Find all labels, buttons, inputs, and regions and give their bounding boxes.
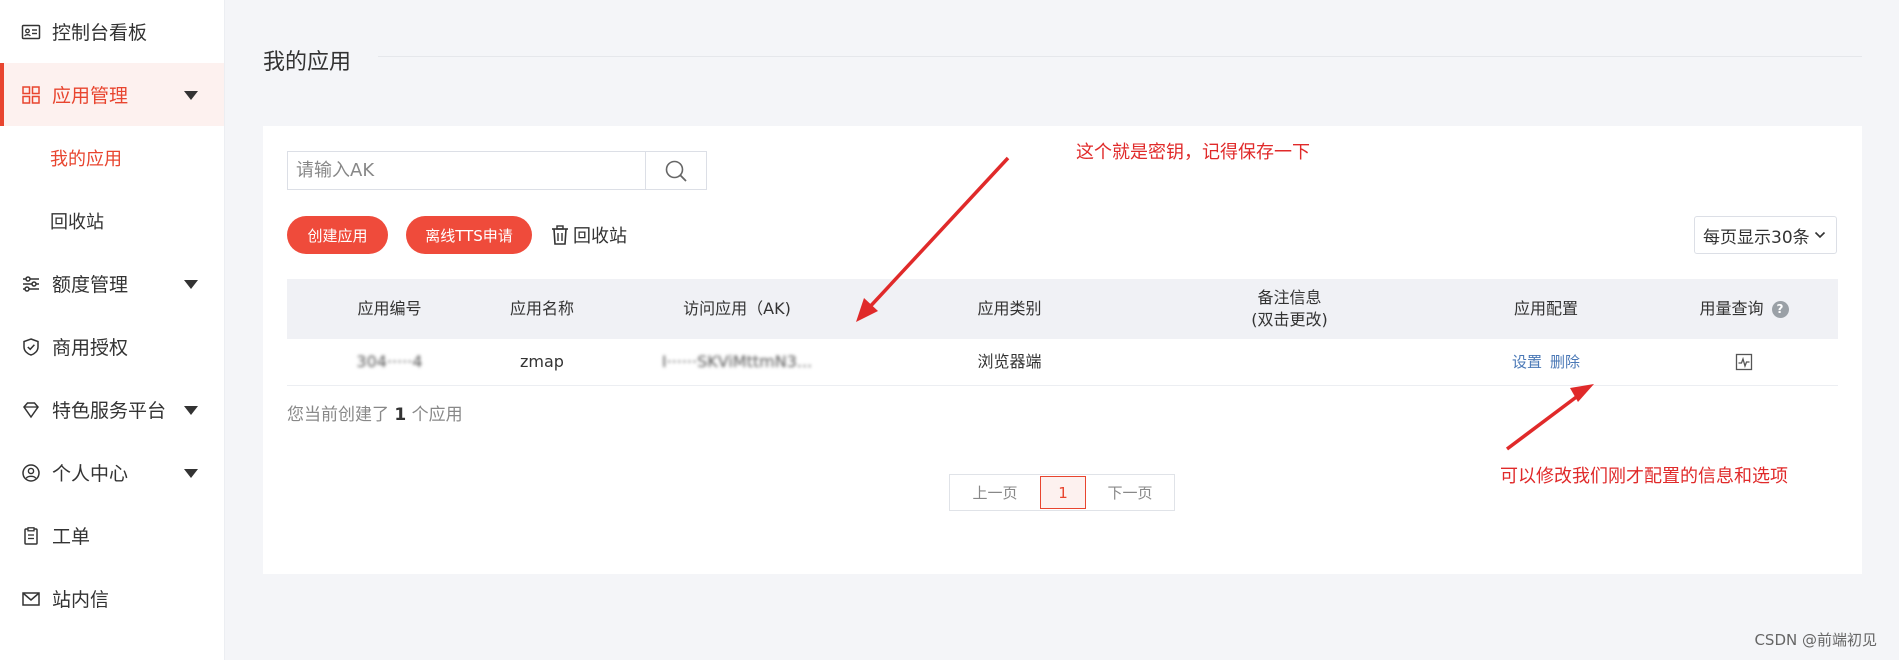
page-size-value: 每页显示30条	[1703, 227, 1810, 248]
app-count-summary: 您当前创建了 1 个应用	[287, 400, 463, 425]
sidebar-subitem-recycle-bin[interactable]: 回收站	[0, 189, 224, 252]
diamond-icon	[20, 399, 42, 421]
search-icon	[665, 160, 687, 182]
usage-header-label: 用量查询	[1699, 299, 1764, 319]
app-type-cell: 浏览器端	[977, 352, 1042, 372]
watermark: CSDN @前端初见	[1754, 631, 1877, 649]
table-row: 304·····4 zmap I······SKViMttmN3... 浏览器端…	[287, 339, 1838, 386]
sidebar-item-label: 站内信	[52, 589, 110, 611]
create-app-button[interactable]: 创建应用	[287, 216, 388, 254]
sidebar-item-work-order[interactable]: 工单	[0, 504, 224, 567]
usage-chart-icon[interactable]	[1735, 353, 1753, 371]
annotation-ak-note: 这个就是密钥，记得保存一下	[1076, 142, 1310, 163]
table-body: 304·····4 zmap I······SKViMttmN3... 浏览器端…	[287, 339, 1838, 386]
apps-table: 应用编号 应用名称 访问应用（AK) 应用类别 备注信息 (双击更改) 应用配置…	[287, 279, 1838, 386]
app-id-cell: 304·····4	[287, 339, 492, 385]
remark-header-line1: 备注信息	[1257, 288, 1322, 308]
sidebar-item-quota[interactable]: 额度管理	[0, 252, 224, 315]
app-config-cell: 设置 删除	[1442, 339, 1650, 385]
column-header-ak: 访问应用（AK)	[683, 299, 791, 319]
sidebar-item-label: 个人中心	[52, 463, 129, 485]
clipboard-icon	[20, 525, 42, 547]
sidebar-item-label: 商用授权	[52, 337, 129, 359]
user-circle-icon	[20, 462, 42, 484]
summary-suffix: 个应用	[411, 405, 463, 425]
column-header-usage: 用量查询 ?	[1650, 279, 1838, 339]
page-number-button[interactable]: 1	[1040, 476, 1086, 509]
ak-cell[interactable]: I······SKViMttmN3...	[592, 339, 882, 385]
recycle-bin-link[interactable]: 回收站	[551, 222, 627, 248]
sidebar-item-messages[interactable]: 站内信	[0, 567, 224, 630]
search-button[interactable]	[645, 152, 706, 189]
remark-cell[interactable]	[1137, 339, 1442, 385]
prev-page-button[interactable]: 上一页	[950, 475, 1040, 510]
sidebar-item-dashboard[interactable]: 控制台看板	[0, 0, 224, 63]
page-title: 我的应用	[263, 50, 352, 75]
settings-link[interactable]: 设置	[1512, 352, 1542, 372]
search-box	[287, 151, 707, 190]
offline-tts-apply-button[interactable]: 离线TTS申请	[406, 216, 532, 254]
column-header-app-name: 应用名称	[509, 299, 574, 319]
delete-link[interactable]: 删除	[1550, 352, 1580, 372]
remark-header-line2: (双击更改)	[1251, 310, 1328, 329]
summary-prefix: 您当前创建了	[287, 405, 389, 425]
recycle-bin-label: 回收站	[573, 226, 627, 247]
sidebar-item-personal-center[interactable]: 个人中心	[0, 441, 224, 504]
sliders-icon	[20, 273, 42, 295]
summary-count: 1	[394, 405, 407, 425]
grid-icon	[20, 84, 42, 106]
sidebar-item-label: 额度管理	[52, 274, 129, 296]
sidebar-item-label: 应用管理	[52, 85, 129, 107]
column-header-app-config: 应用配置	[1513, 299, 1578, 319]
apps-panel: 创建应用 离线TTS申请 回收站 每页显示30条 应用编号 应用名称 访问应用（…	[263, 126, 1862, 574]
sidebar-item-commercial-license[interactable]: 商用授权	[0, 315, 224, 378]
id-card-icon	[20, 21, 42, 43]
app-name-cell: zmap	[520, 352, 564, 372]
shield-check-icon	[20, 336, 42, 358]
mail-icon	[20, 588, 42, 610]
title-divider	[378, 56, 1862, 57]
app-id-value: 304·····4	[356, 352, 423, 372]
caret-down-icon	[184, 468, 198, 478]
ak-value: I······SKViMttmN3...	[661, 352, 813, 372]
help-icon[interactable]: ?	[1771, 300, 1789, 318]
ak-search-input[interactable]	[288, 152, 645, 189]
sidebar-item-label: 控制台看板	[52, 22, 148, 44]
caret-down-icon	[184, 90, 198, 100]
chevron-down-icon	[1814, 231, 1826, 239]
table-header: 应用编号 应用名称 访问应用（AK) 应用类别 备注信息 (双击更改) 应用配置…	[287, 279, 1838, 339]
next-page-button[interactable]: 下一页	[1086, 475, 1174, 510]
sidebar-item-label: 工单	[52, 526, 91, 548]
page-size-select[interactable]: 每页显示30条	[1694, 216, 1837, 254]
caret-down-icon	[184, 405, 198, 415]
column-header-app-id: 应用编号	[357, 299, 422, 319]
sidebar-subitem-my-apps[interactable]: 我的应用	[0, 126, 224, 189]
sidebar-item-featured-services[interactable]: 特色服务平台	[0, 378, 224, 441]
column-header-remark: 备注信息 (双击更改)	[1137, 279, 1442, 339]
caret-down-icon	[184, 279, 198, 289]
sidebar: 控制台看板 应用管理 我的应用 回收站 额度管理 商用授权 特色服务平台 个人中	[0, 0, 225, 660]
annotation-config-note: 可以修改我们刚才配置的信息和选项	[1500, 466, 1788, 487]
column-header-app-type: 应用类别	[977, 299, 1042, 319]
sidebar-item-app-management[interactable]: 应用管理	[0, 63, 224, 126]
pagination: 上一页 1 下一页	[949, 474, 1175, 511]
sidebar-item-label: 特色服务平台	[52, 400, 167, 422]
usage-cell	[1650, 339, 1838, 385]
trash-icon	[552, 225, 568, 245]
